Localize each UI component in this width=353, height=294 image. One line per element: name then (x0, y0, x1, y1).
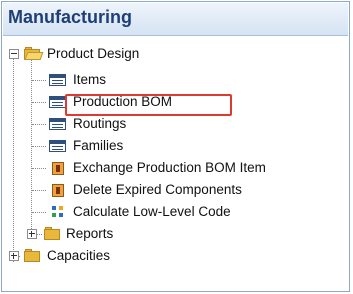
tree-item-exchange-production-bom-item[interactable]: Exchange Production BOM Item (2, 157, 342, 179)
folder-icon (44, 227, 62, 240)
tree-item-routings[interactable]: Routings (2, 113, 342, 135)
tree-item-label: Routings (73, 116, 127, 131)
list-icon (49, 74, 66, 86)
collapse-icon[interactable] (9, 49, 19, 59)
pane-title: Manufacturing (8, 7, 132, 27)
tree-item-delete-expired-components[interactable]: Delete Expired Components (2, 179, 342, 201)
navigation-tree: Product Design Items Production BOM Rout… (2, 36, 349, 291)
open-folder-icon (24, 47, 44, 60)
folder-icon (24, 249, 42, 262)
tree-node-reports[interactable]: Reports (2, 223, 342, 245)
navigation-pane: Manufacturing Product Design Items Produ… (1, 1, 350, 292)
expand-icon[interactable] (9, 251, 19, 261)
list-icon (49, 140, 66, 152)
action-icon (52, 162, 64, 175)
expand-icon[interactable] (27, 229, 37, 239)
tree-node-capacities[interactable]: Capacities (2, 245, 342, 267)
tree-item-families[interactable]: Families (2, 135, 342, 157)
list-icon (49, 96, 66, 108)
calc-icon (52, 206, 66, 218)
tree-item-label: Delete Expired Components (73, 182, 242, 197)
tree-item-calculate-low-level-code[interactable]: Calculate Low-Level Code (2, 201, 342, 223)
tree-node-product-design[interactable]: Product Design (2, 43, 342, 65)
action-icon (52, 184, 64, 197)
pane-header: Manufacturing (3, 3, 348, 36)
tree-item-items[interactable]: Items (2, 69, 342, 91)
tree-item-label: Items (73, 72, 107, 87)
tree-node-label: Product Design (47, 46, 140, 61)
tree-node-label: Capacities (47, 248, 111, 263)
list-icon (49, 118, 66, 130)
tree-item-label: Exchange Production BOM Item (73, 160, 266, 175)
tree-item-label: Calculate Low-Level Code (73, 204, 231, 219)
tree-item-label: Families (73, 138, 124, 153)
tree-node-label: Reports (66, 226, 114, 241)
